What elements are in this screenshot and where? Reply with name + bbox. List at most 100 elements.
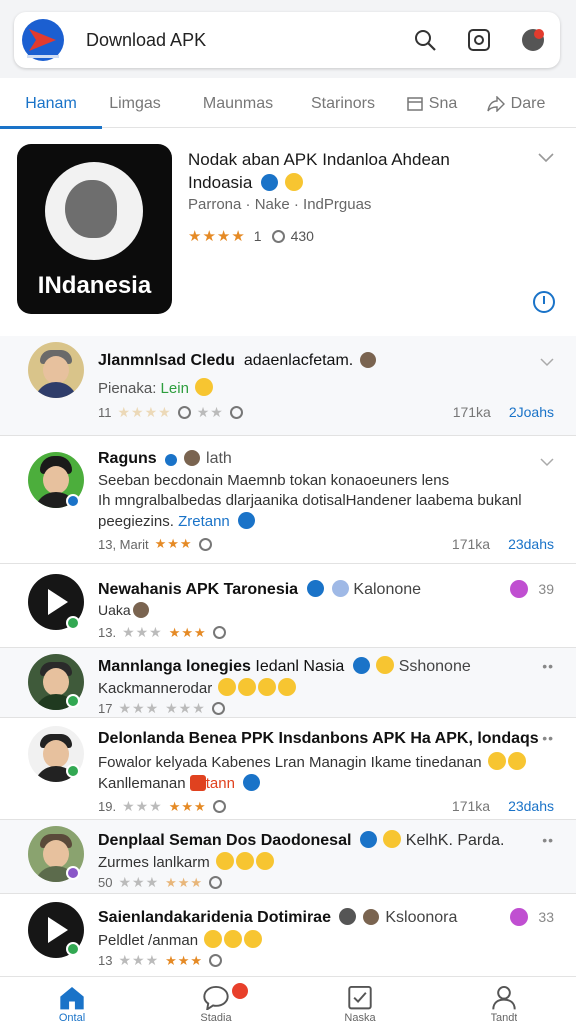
list-item[interactable]: Mannlanga lonegies Iedanl Nasia Sshonone… [0,648,576,718]
verified-badge-icon [66,866,80,880]
tab-label: Sna [428,94,458,112]
rating-stars: ★★ [196,404,224,420]
tab-sna[interactable]: Sna [392,80,472,128]
list-item[interactable]: Raguns lath Seeban becdonain Maemnb toka… [0,436,576,564]
clock-icon [212,626,226,639]
home-icon [60,986,84,1010]
item-line-tag: tann [205,775,235,792]
featured-rating: ★★★★ 1 430 [188,227,314,245]
verified-badge-icon [66,616,80,630]
search-bar[interactable]: Download APK [14,12,560,68]
play-icon [48,917,68,943]
smile-emoji-icon [284,173,303,191]
rating-stars: ★★★★ [188,228,246,245]
item-meta: 50 ★★★ ★★★ [98,874,223,891]
chevron-down-icon[interactable] [538,150,554,168]
smile-emoji-icon [487,752,506,770]
rating-stars: ★★★ [168,798,207,814]
tab-limgas[interactable]: Limgas [102,80,168,128]
item-line: Seeban becdonain Maemnb tokan konaoeuner… [98,472,450,489]
smile-emoji-icon [204,930,223,948]
clock-icon [212,800,226,813]
item-meta-text: 19. [98,799,117,814]
chevron-down-icon[interactable] [540,354,554,370]
camera-icon[interactable] [466,27,492,53]
item-title: Mannlanga lonegies Iedanl Nasia Sshonone [98,656,471,676]
profile-icon [492,985,516,1010]
nav-label: Tandt [490,1012,518,1024]
item-stat-count: 171ka [452,404,491,420]
tab-hanam[interactable]: Hanam [0,80,102,129]
notification-badge [230,981,250,1001]
item-meta-text: 17 [98,701,113,716]
clock-icon [198,537,212,551]
item-line-text: Kackmannerodar [98,680,213,697]
item-counter: 39 [510,580,554,598]
list-item[interactable]: Newahanis APK Taronesia Kalonone Uaka 13… [0,564,576,648]
tab-starinors[interactable]: Starinors [298,80,388,128]
silhouette-icon [65,180,117,238]
item-counter-value: 39 [538,581,554,597]
nav-label: Naska [344,1012,376,1024]
nav-tasks[interactable]: Naska [288,977,432,1024]
nav-chat[interactable]: Stadia [144,977,288,1024]
item-counter: 33 [510,908,554,926]
tab-label: Limgas [109,94,161,112]
item-title: Raguns lath [98,450,232,468]
featured-title-text: Nodak aban APK Indanloa Ahdean Indoasia [188,150,450,192]
item-title-bold: Delonlanda Benea PPK Insdanbons APK Ha A… [98,730,539,747]
item-title: Saienlandakaridenia Dotimirae Ksloonora [98,908,457,927]
badge-icon [510,580,529,598]
list-item[interactable]: Denplaal Seman Dos Daodonesal KelhK. Par… [0,820,576,894]
item-meta-text: 11 [98,405,112,420]
download-icon [271,229,285,243]
item-meta: 13. ★★★ ★★★ [98,624,226,641]
item-line: Ih mngralbalbedas dlarjaanika dotisalHan… [98,492,522,509]
chevron-down-icon[interactable] [540,454,554,470]
clock-icon [177,406,191,419]
smile-emoji-icon [244,930,263,948]
verified-icon [237,512,255,529]
search-icon[interactable] [412,27,438,53]
verified-badge-icon [66,942,80,956]
item-meta: 17 ★★★ ★★★ [98,700,225,717]
profile-avatar-icon[interactable] [520,27,546,53]
more-icon[interactable]: •• [542,832,554,848]
item-meta-text: 13 [98,953,113,968]
smile-emoji-icon [507,752,526,770]
bottom-nav: Ontal Stadia Naska Tandt [0,976,576,1024]
search-title[interactable]: Download APK [86,30,412,51]
app-logo-icon[interactable] [20,17,66,63]
item-meta: 13, Marit ★★★ [98,536,212,552]
nav-home[interactable]: Ontal [0,977,144,1024]
item-title-bold: Denplaal Seman Dos Daodonesal [98,832,352,849]
list-item[interactable]: Jlanmnlsad Cledu adaenlacfetam. Pienaka:… [0,336,576,436]
verified-badge-icon [66,764,80,778]
item-title-bold: Saienlandakaridenia Dotimirae [98,909,331,926]
tab-dare[interactable]: Dare [476,80,556,128]
item-counter-value: 33 [538,909,554,925]
nav-profile[interactable]: Tandt [432,977,576,1024]
rating-stars: ★★★★ [117,404,172,420]
list-item[interactable]: Delonlanda Benea PPK Insdanbons APK Ha A… [0,718,576,820]
list-item[interactable]: Saienlandakaridenia Dotimirae Ksloonora … [0,894,576,974]
rating-stars: ★★★ [168,624,207,640]
featured-app-card[interactable]: INdanesia Nodak aban APK Indanloa Ahdean… [0,130,576,330]
rating-stars: ★★★ [165,952,204,968]
item-line-text: Pienaka: [98,380,157,397]
item-stat-date: 23dahs [508,798,554,814]
nav-label: Stadia [200,1012,232,1024]
tag-icon [189,775,206,791]
rating-stars: ★★★ [118,952,160,968]
more-icon[interactable]: •• [542,730,554,746]
more-icon[interactable]: •• [542,658,554,674]
tab-maunmas[interactable]: Maunmas [190,80,286,128]
laugh-emoji-icon [376,656,395,674]
item-title-bold: Jlanmnlsad Cledu [98,352,235,369]
info-icon[interactable] [532,290,556,319]
rating-stars: ★★★ [154,536,193,551]
item-title-bold: Raguns [98,450,157,467]
item-title-tail: Ksloonora [385,909,458,926]
item-stat: 171ka 2Joahs [453,404,554,420]
featured-title: Nodak aban APK Indanloa Ahdean Indoasia [188,148,518,194]
